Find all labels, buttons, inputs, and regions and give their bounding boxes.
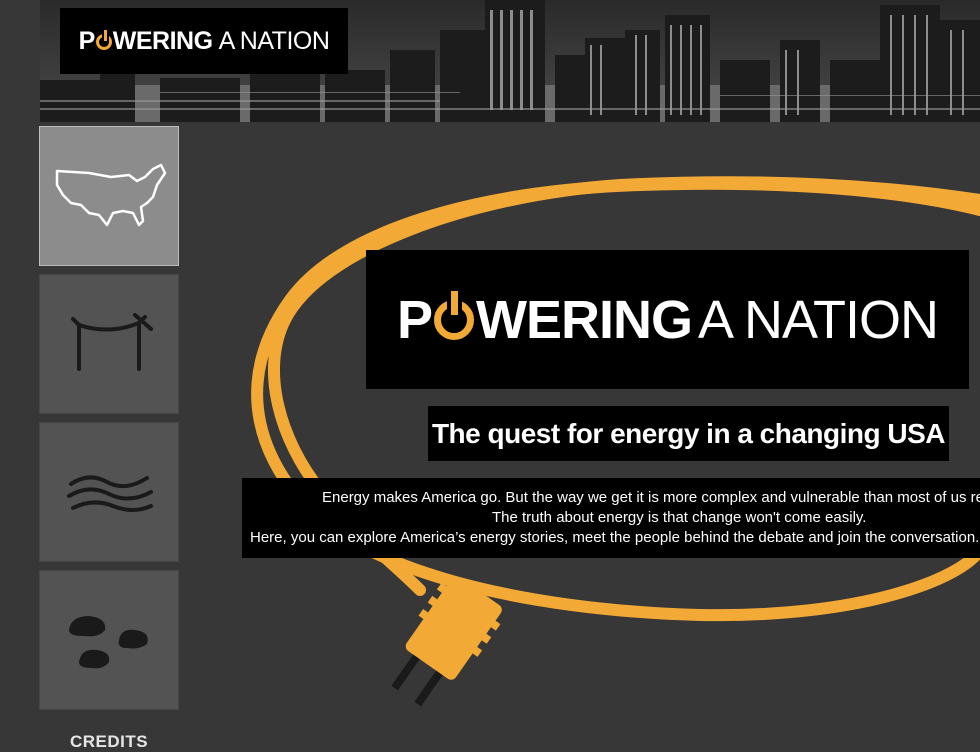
logo-word-a-nation: A NATION <box>218 26 330 55</box>
power-line-icon <box>71 313 153 371</box>
power-icon <box>433 290 474 340</box>
nav-tile-rocks[interactable] <box>39 570 179 710</box>
intro-line-3: Here, you can explore America’s energy s… <box>250 529 980 546</box>
logo-word-a-nation: A NATION <box>697 289 939 350</box>
intro-text-panel: Energy makes America go. But the way we … <box>242 478 980 558</box>
intro-line-2: The truth about energy is that change wo… <box>492 509 867 526</box>
rocks-icon <box>69 616 148 669</box>
tagline: The quest for energy in a changing USA <box>428 406 949 461</box>
header-logo[interactable]: P WERING A NATION <box>60 8 348 74</box>
credits-link[interactable]: CREDITS <box>39 732 179 752</box>
main-logo: P WERING A NATION <box>366 250 969 389</box>
wind-waves-icon <box>67 475 153 512</box>
nav-tile-usa-map[interactable] <box>39 126 179 266</box>
intro-line-1: Energy makes America go. But the way we … <box>322 489 980 506</box>
nav-tile-power-line[interactable] <box>39 274 179 414</box>
power-icon <box>95 29 112 50</box>
nav-tile-wind[interactable] <box>39 422 179 562</box>
usa-map-icon <box>55 163 167 227</box>
plug-icon <box>391 576 502 707</box>
logo-word-powering: P WERING <box>396 289 693 350</box>
logo-word-powering: P WERING <box>78 26 213 55</box>
